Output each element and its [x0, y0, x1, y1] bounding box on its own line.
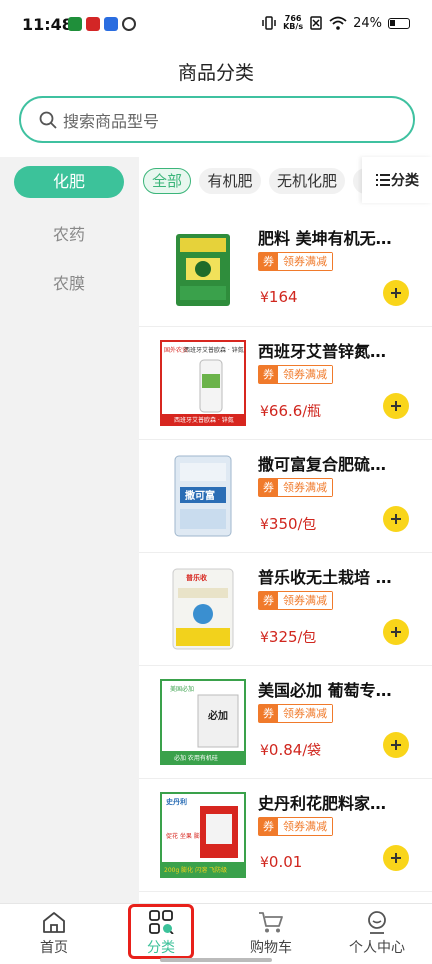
search-input[interactable]: 搜索商品型号: [19, 96, 415, 143]
add-to-cart-button[interactable]: [383, 280, 409, 306]
product-image: 撒可富: [160, 453, 246, 539]
image-text: 西班牙艾普欧森 · 锌氮: [174, 416, 234, 424]
plus-icon: [391, 401, 401, 411]
coupon-badge[interactable]: 券领券满减: [258, 591, 333, 610]
image-text: 西班牙艾普欧森 · 锌氮: [184, 346, 244, 354]
filter-chip-all[interactable]: 全部: [143, 168, 191, 194]
bottom-tab-bar: 首页 分类 购物车 个人中心: [0, 903, 432, 964]
sidebar-item-pesticide[interactable]: 农药: [14, 219, 124, 251]
sidebar-item-fertilizer[interactable]: 化肥: [14, 166, 124, 198]
profile-icon: [368, 911, 386, 934]
add-to-cart-button[interactable]: [383, 506, 409, 532]
tab-cart[interactable]: 购物车: [226, 908, 316, 957]
product-list: 肥料 美坤有机无… 券领券满减 ¥164 国外农资 西班牙艾普欧森 · 锌氮 西班牙…: [139, 214, 432, 892]
list-item[interactable]: 撒可富 撒可富复合肥硫… 券领券满减 ¥350/包: [139, 440, 432, 553]
status-time: 11:48: [22, 15, 73, 34]
status-bar: 11:48 766 KB/s 24%: [0, 0, 432, 50]
image-text: 200g 膨化 闪溶 飞防级: [164, 866, 227, 874]
sim-icon: [310, 16, 322, 30]
page-title: 商品分类: [177, 62, 254, 84]
image-text: 必加: [207, 709, 228, 722]
image-text: 史丹利: [166, 797, 187, 806]
app-notification-icon: [86, 17, 100, 31]
plus-icon: [391, 853, 401, 863]
home-indicator: [160, 958, 272, 962]
product-image: 史丹利促花 坐果 膨果 200g 膨化 闪溶 飞防级: [160, 792, 246, 878]
add-to-cart-button[interactable]: [383, 732, 409, 758]
product-title: 史丹利花肥料家…: [258, 794, 387, 813]
plus-icon: [391, 288, 401, 298]
image-text: 普乐收: [186, 573, 208, 582]
sync-icon: [122, 17, 136, 31]
tab-label: 首页: [40, 940, 68, 956]
plus-icon: [391, 514, 401, 524]
product-image: 国外农资 西班牙艾普欧森 · 锌氮 西班牙艾普欧森 · 锌氮: [160, 340, 246, 426]
product-price: ¥325/包: [260, 628, 317, 646]
list-item[interactable]: 国外农资 西班牙艾普欧森 · 锌氮 西班牙艾普欧森 · 锌氮 西班牙艾普锌氮… 券领…: [139, 327, 432, 440]
add-to-cart-button[interactable]: [383, 845, 409, 871]
category-menu-label: 分类: [391, 173, 419, 189]
product-image: 美国必加必加必加 农用有机硅: [160, 679, 246, 765]
app-notification-icon: [68, 17, 82, 31]
product-image: [160, 227, 246, 313]
filter-chip-inorganic[interactable]: 无机化肥: [269, 168, 345, 194]
add-to-cart-button[interactable]: [383, 393, 409, 419]
plus-icon: [391, 740, 401, 750]
tab-home[interactable]: 首页: [9, 908, 99, 957]
wifi-icon: [329, 16, 347, 30]
coupon-badge[interactable]: 券领券满减: [258, 365, 333, 384]
product-title: 美国必加 葡萄专…: [258, 681, 392, 700]
app-notification-icon: [104, 17, 118, 31]
battery-icon: [388, 17, 410, 29]
product-price: ¥66.6/瓶: [260, 402, 322, 420]
product-panel: 全部 有机肥 无机化肥 微 分类 肥料 美坤有机无… 券领券满减 ¥164 国外…: [139, 157, 432, 903]
notification-icons: [68, 17, 136, 31]
category-menu-button[interactable]: 分类: [362, 157, 432, 203]
highlight-box: [128, 904, 194, 959]
status-right: 766 KB/s 24%: [261, 15, 410, 31]
tab-label: 个人中心: [349, 940, 405, 956]
sidebar-item-film[interactable]: 农膜: [14, 268, 124, 300]
product-price: ¥164: [260, 288, 298, 306]
search-icon: [39, 111, 57, 129]
add-to-cart-button[interactable]: [383, 619, 409, 645]
product-price: ¥0.01: [260, 853, 303, 871]
product-title: 肥料 美坤有机无…: [258, 229, 392, 248]
search-placeholder: 搜索商品型号: [63, 111, 160, 131]
list-item[interactable]: 普乐收 普乐收无土栽培 … 券领券满减 ¥325/包: [139, 553, 432, 666]
product-price: ¥0.84/袋: [260, 741, 322, 759]
list-item[interactable]: 美国必加必加必加 农用有机硅 美国必加 葡萄专… 券领券满减 ¥0.84/袋: [139, 666, 432, 779]
cart-icon: [259, 912, 283, 933]
home-icon: [43, 912, 65, 933]
image-text: 促花 坐果 膨果: [166, 832, 206, 840]
list-item[interactable]: 肥料 美坤有机无… 券领券满减 ¥164: [139, 214, 432, 327]
coupon-badge[interactable]: 券领券满减: [258, 252, 333, 271]
product-image: 普乐收: [160, 566, 246, 652]
product-price: ¥350/包: [260, 515, 317, 533]
list-icon: [376, 174, 390, 186]
coupon-badge[interactable]: 券领券满减: [258, 478, 333, 497]
battery-percent: 24%: [353, 15, 382, 31]
image-text: 美国必加: [170, 685, 194, 693]
product-title: 普乐收无土栽培 …: [258, 568, 392, 587]
vibrate-icon: [262, 16, 276, 30]
filter-chip-organic[interactable]: 有机肥: [199, 168, 261, 194]
image-text: 必加 农用有机硅: [174, 754, 218, 762]
coupon-badge[interactable]: 券领券满减: [258, 704, 333, 723]
tab-label: 购物车: [250, 940, 292, 956]
net-speed: 766 KB/s: [283, 14, 304, 31]
product-title: 撒可富复合肥硫…: [258, 455, 387, 474]
coupon-badge[interactable]: 券领券满减: [258, 817, 333, 836]
image-text: 撒可富: [185, 489, 215, 502]
category-sidebar: 化肥 农药 农膜: [0, 157, 139, 903]
tab-profile[interactable]: 个人中心: [332, 908, 422, 957]
plus-icon: [391, 627, 401, 637]
list-item[interactable]: 史丹利促花 坐果 膨果 200g 膨化 闪溶 飞防级 史丹利花肥料家… 券领券满减…: [139, 779, 432, 892]
product-title: 西班牙艾普锌氮…: [258, 342, 387, 361]
